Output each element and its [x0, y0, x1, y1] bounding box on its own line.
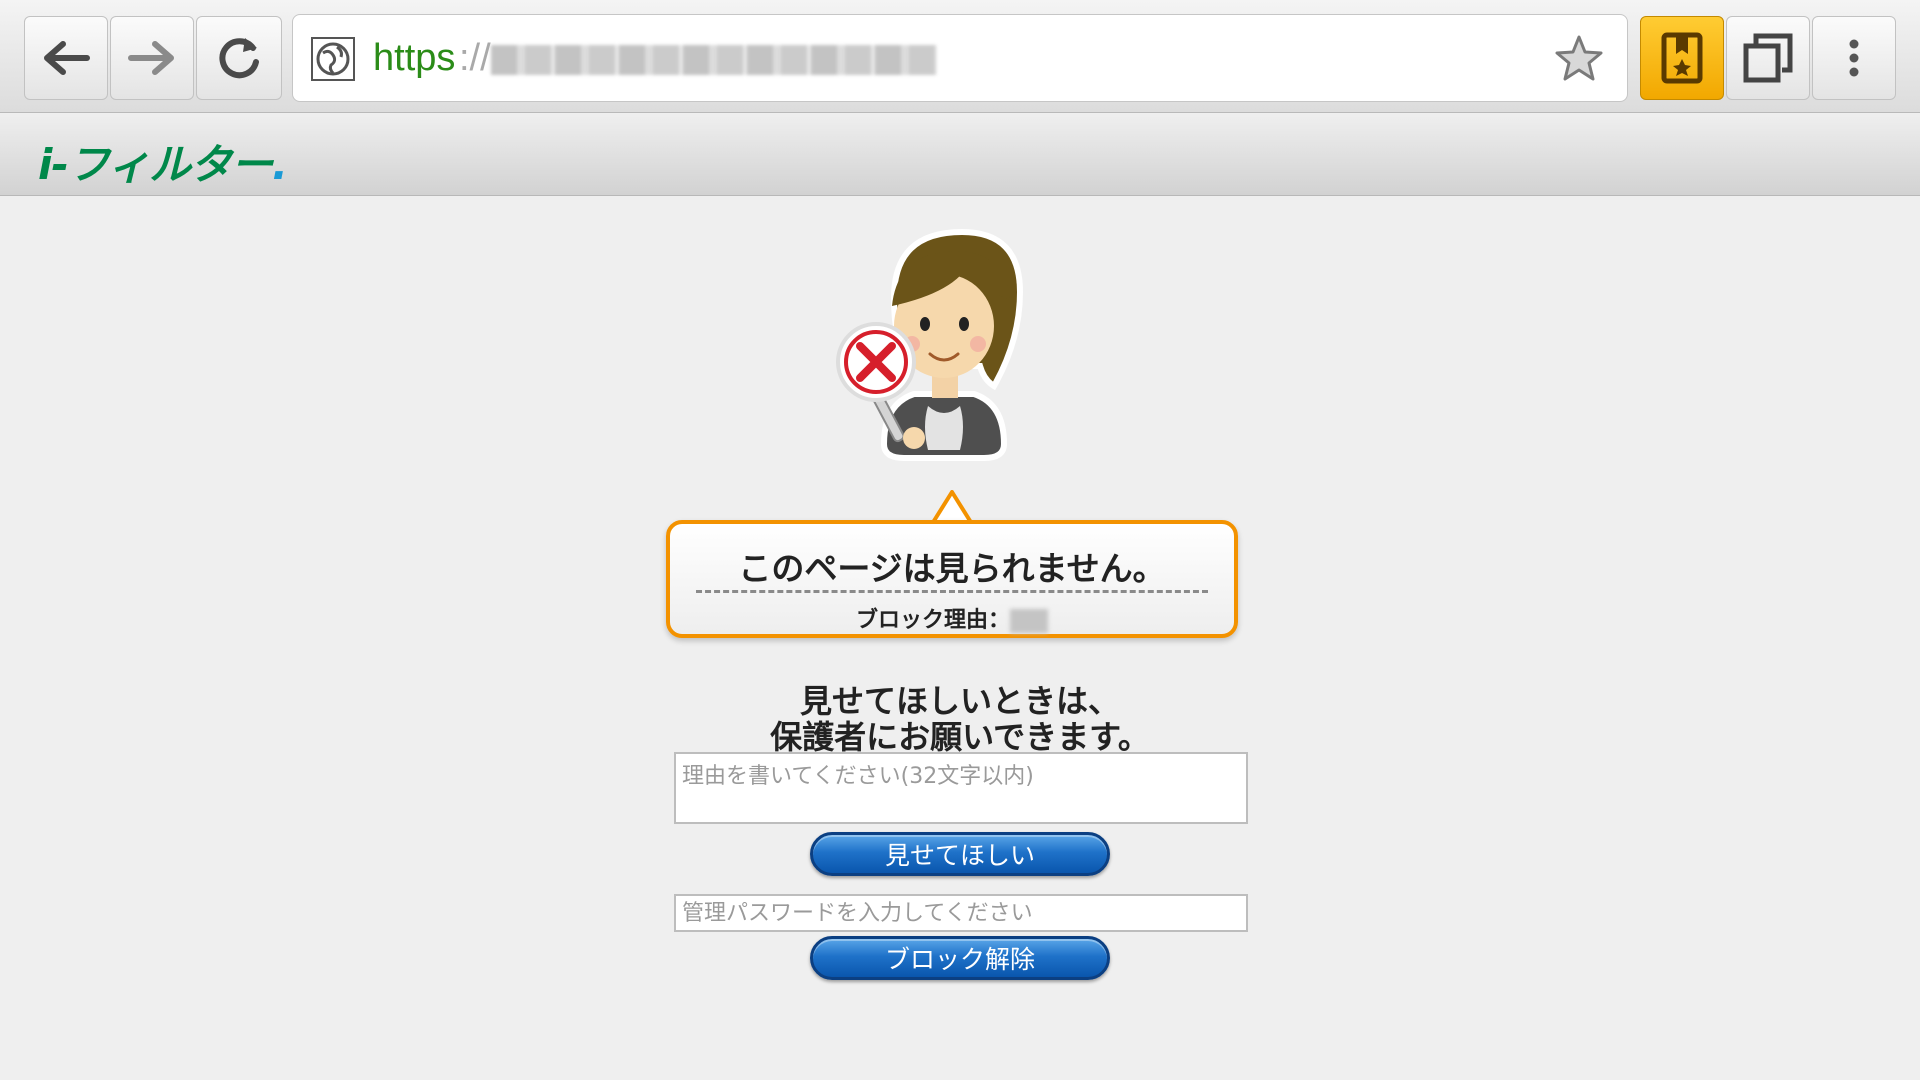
- overflow-menu-icon: [1849, 39, 1859, 77]
- block-reason: ブロック理由：: [670, 602, 1234, 634]
- menu-button[interactable]: [1812, 16, 1896, 100]
- block-message-bubble: このページは見られません。 ブロック理由：: [666, 520, 1238, 638]
- back-button[interactable]: [24, 16, 108, 100]
- i-filter-logo: i-フィルター.: [38, 131, 288, 192]
- logo-text: i-フィルター: [38, 140, 273, 189]
- back-arrow-icon: [44, 41, 90, 75]
- bookmarks-button[interactable]: [1640, 16, 1724, 100]
- url-separator: ://: [459, 37, 491, 79]
- reload-icon: [219, 38, 259, 79]
- request-line-1: 見せてほしいときは、: [799, 682, 1120, 720]
- forward-button[interactable]: [110, 16, 194, 100]
- url-redacted: [491, 45, 937, 75]
- forward-arrow-icon: [128, 41, 174, 75]
- tabs-icon: [1743, 33, 1793, 83]
- tabs-button[interactable]: [1726, 16, 1810, 100]
- site-header: i-フィルター.: [0, 113, 1920, 196]
- logo-dot: .: [272, 140, 288, 189]
- request-view-button[interactable]: 見せてほしい: [810, 832, 1110, 876]
- bookmark-icon: [1661, 32, 1703, 84]
- globe-icon: [311, 37, 355, 81]
- url-scheme: https: [373, 37, 456, 79]
- request-instructions: 見せてほしいときは、 保護者にお願いできます。: [700, 683, 1220, 755]
- reason-input[interactable]: [674, 752, 1248, 824]
- bubble-divider: [696, 590, 1208, 593]
- unblock-button[interactable]: ブロック解除: [810, 936, 1110, 980]
- block-title: このページは見られません。: [738, 549, 1166, 588]
- request-line-2: 保護者にお願いできます。: [770, 718, 1150, 756]
- blocked-mascot-icon: [836, 228, 1024, 461]
- url-bar[interactable]: https ://: [292, 14, 1628, 102]
- admin-password-input[interactable]: [674, 894, 1248, 932]
- star-icon[interactable]: [1553, 33, 1605, 85]
- browser-toolbar: https ://: [0, 0, 1920, 113]
- block-reason-label: ブロック理由：: [855, 608, 1010, 633]
- reload-button[interactable]: [196, 16, 282, 100]
- block-reason-redacted: [1010, 609, 1048, 633]
